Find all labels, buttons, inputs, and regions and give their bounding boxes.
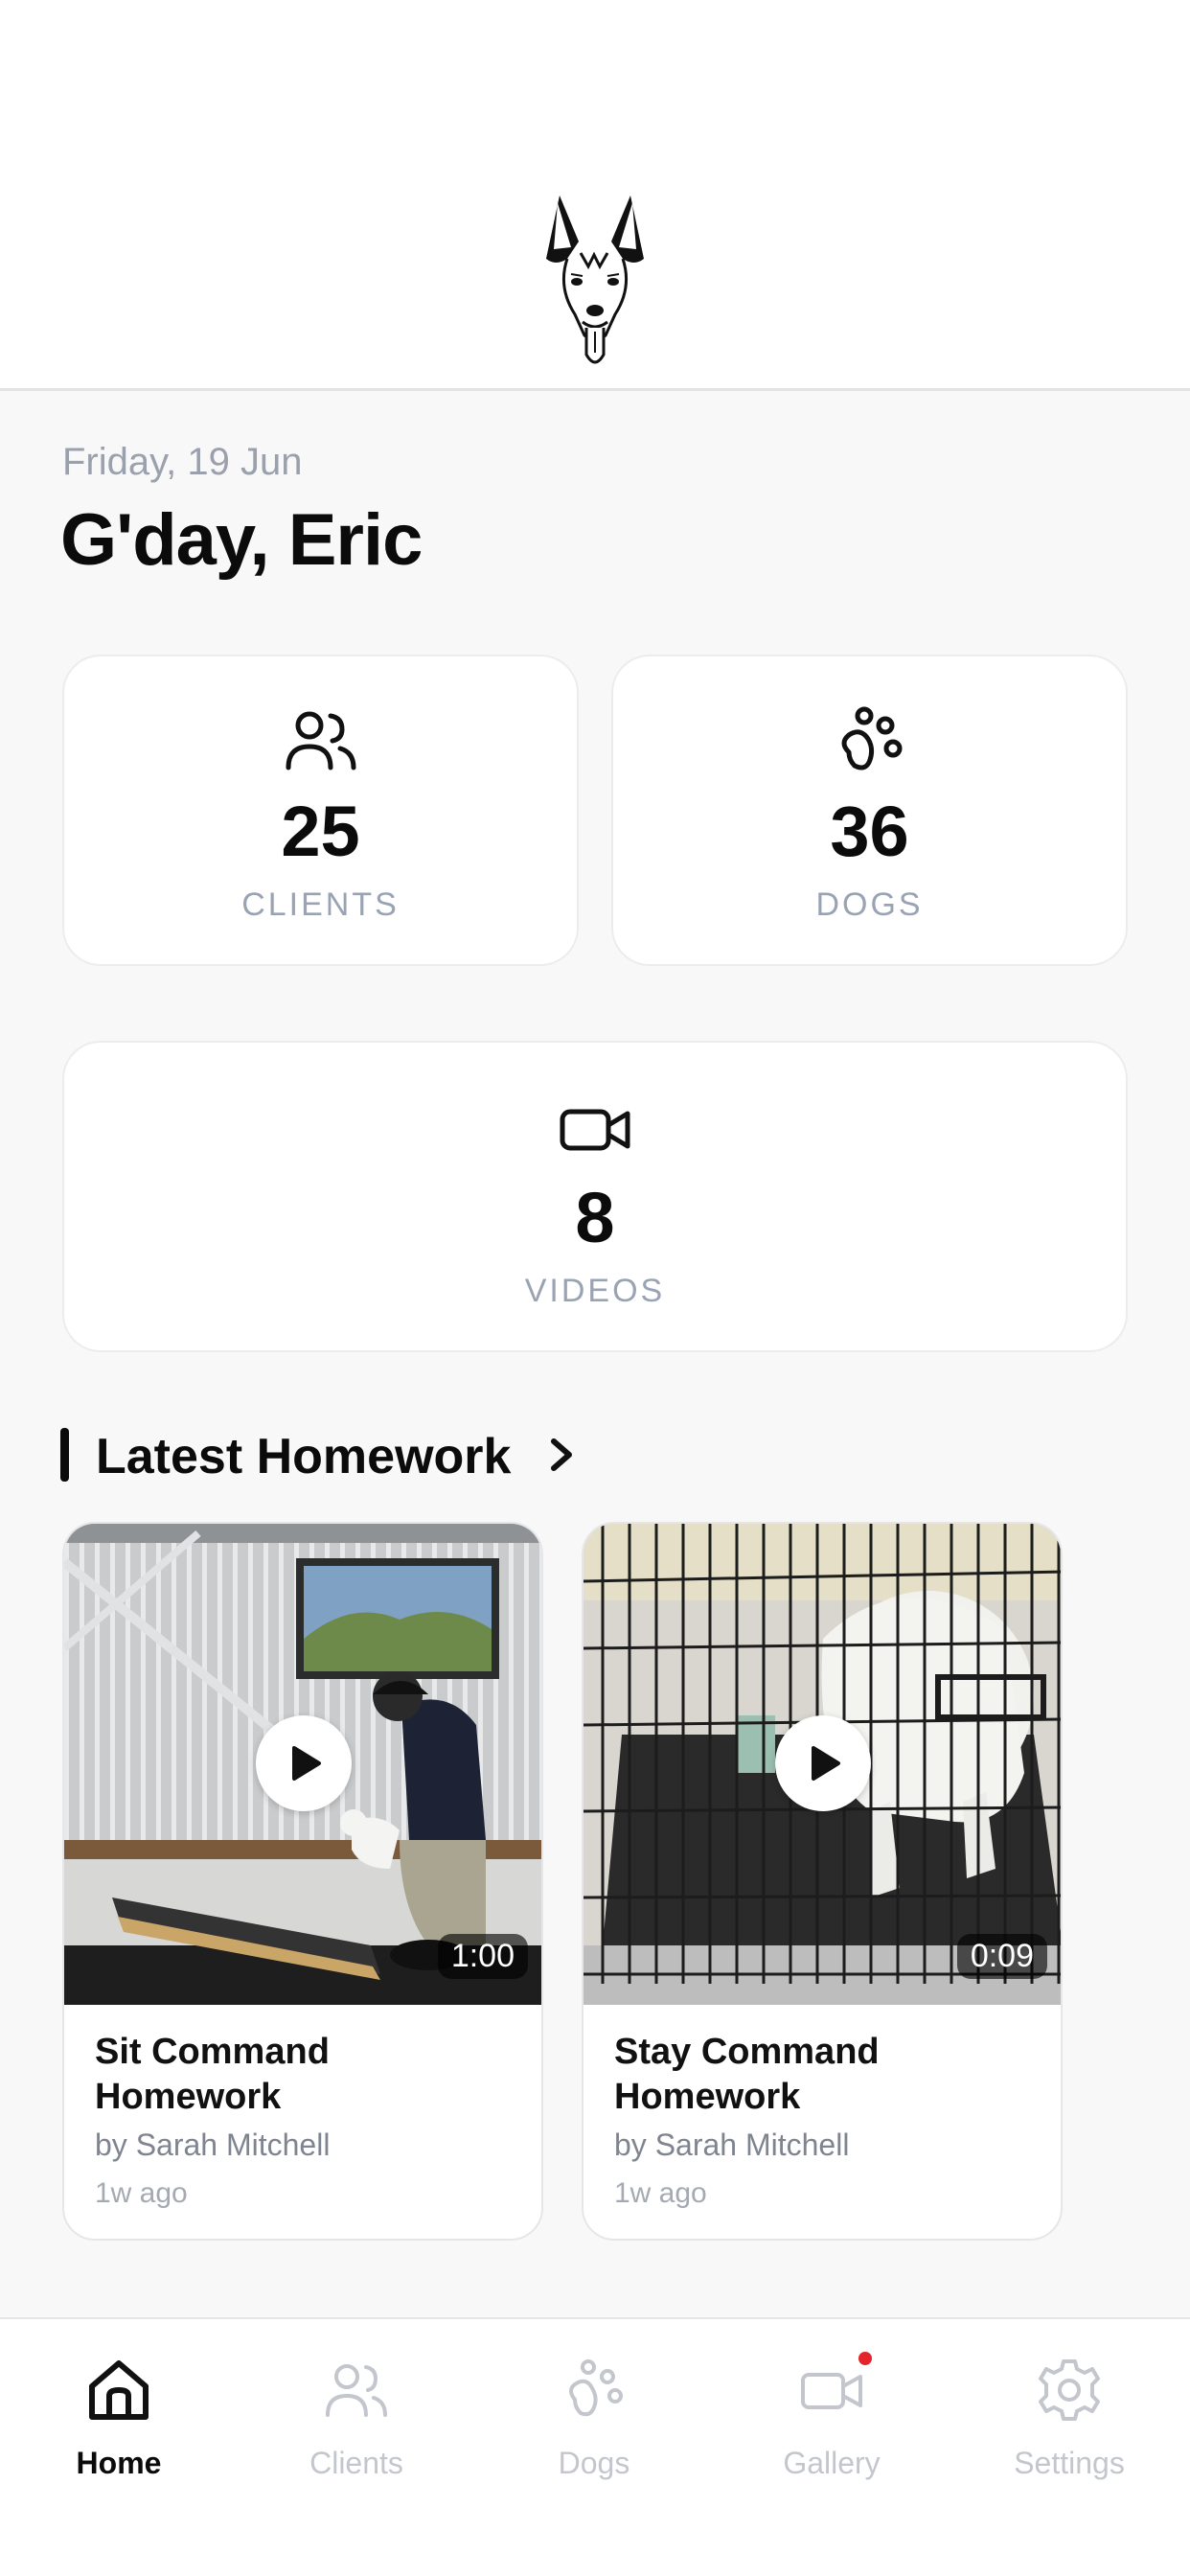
tab-dogs[interactable]: Dogs — [498, 2358, 690, 2501]
tab-clients[interactable]: Clients — [261, 2358, 452, 2501]
homework-card[interactable]: 0:09 Stay Command Homework by Sarah Mitc… — [582, 1522, 1063, 2241]
app-header — [0, 0, 1190, 391]
tab-settings[interactable]: Settings — [973, 2358, 1165, 2501]
homework-time: 1w ago — [614, 2177, 707, 2209]
tab-label: Gallery — [783, 2446, 881, 2480]
section-accent-bar — [60, 1428, 69, 1482]
play-icon — [812, 1746, 840, 1781]
tab-label: Settings — [1014, 2446, 1125, 2480]
homework-time: 1w ago — [95, 2177, 188, 2209]
video-duration: 0:09 — [956, 1934, 1047, 1979]
videos-count: 8 — [575, 1178, 615, 1257]
tab-label: Dogs — [558, 2446, 630, 2480]
gear-icon — [1039, 2359, 1100, 2421]
video-thumbnail[interactable]: 0:09 — [584, 1524, 1061, 2005]
dogs-count: 36 — [830, 792, 909, 871]
users-icon — [326, 2364, 387, 2417]
video-thumbnail[interactable]: 1:00 — [64, 1524, 541, 2005]
paw-icon — [569, 2359, 623, 2417]
dogs-label: DOGS — [815, 886, 924, 923]
homework-card[interactable]: 1:00 Sit Command Homework by Sarah Mitch… — [62, 1522, 543, 2241]
videos-label: VIDEOS — [524, 1273, 666, 1309]
current-date: Friday, 19 Jun — [62, 441, 303, 483]
videos-stat-card[interactable]: 8 VIDEOS — [62, 1041, 1128, 1352]
play-icon — [292, 1746, 321, 1781]
tab-label: Home — [76, 2446, 162, 2480]
latest-homework-title[interactable]: Latest Homework — [96, 1428, 511, 1485]
dogs-stat-card[interactable]: 36 DOGS — [611, 655, 1128, 966]
bottom-tab-bar: Home Clients Dogs Gallery Settings — [0, 2317, 1190, 2576]
chevron-right-icon[interactable] — [542, 1434, 581, 1476]
home-screen: Friday, 19 Jun G'day, Eric 25 CLIENTS 36… — [0, 0, 1190, 2576]
notification-badge — [858, 2352, 872, 2365]
home-icon — [89, 2360, 149, 2420]
tab-label: Clients — [309, 2446, 403, 2480]
homework-author: by Sarah Mitchell — [95, 2128, 331, 2162]
dog-head-logo — [546, 196, 644, 364]
greeting-title: G'day, Eric — [60, 499, 423, 581]
paw-icon — [841, 706, 902, 770]
homework-author: by Sarah Mitchell — [614, 2128, 850, 2162]
play-button[interactable] — [775, 1715, 871, 1811]
clients-label: CLIENTS — [241, 886, 400, 923]
users-icon — [286, 711, 355, 770]
clients-count: 25 — [281, 792, 360, 871]
homework-title: Sit Command Homework — [95, 2032, 330, 2117]
tab-gallery[interactable]: Gallery — [736, 2352, 927, 2501]
clients-stat-card[interactable]: 25 CLIENTS — [62, 655, 579, 966]
tab-home[interactable]: Home — [23, 2358, 215, 2501]
video-icon — [801, 2373, 862, 2409]
homework-title: Stay Command Homework — [614, 2032, 880, 2117]
video-icon — [560, 1109, 630, 1151]
video-duration: 1:00 — [437, 1934, 528, 1979]
play-button[interactable] — [256, 1715, 352, 1811]
